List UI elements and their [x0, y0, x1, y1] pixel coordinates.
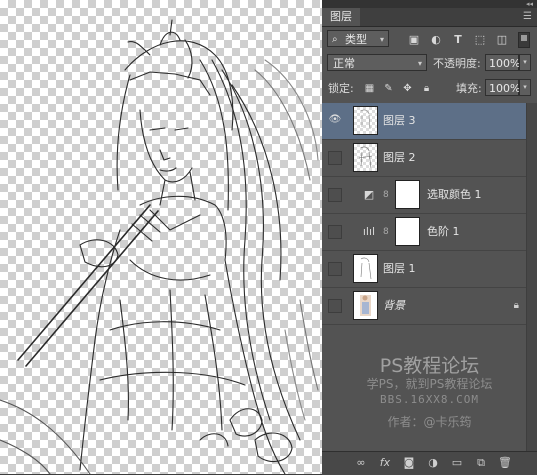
filter-search-icon: ⌕ — [332, 34, 338, 45]
opacity-dropdown-icon[interactable]: ▾ — [519, 54, 531, 71]
layer-mask-thumbnail[interactable] — [395, 180, 420, 209]
lock-transparent-icon[interactable]: ▦ — [364, 83, 375, 94]
shape-filter-icon[interactable]: ⬚ — [474, 34, 486, 46]
layer-mask-thumbnail[interactable] — [395, 217, 420, 246]
layer-name: 选取颜色 1 — [427, 188, 482, 201]
layer-name: 图层 1 — [383, 262, 416, 275]
watermark-title: PS教程论坛 — [379, 355, 480, 377]
link-chain-icon[interactable]: 8 — [383, 226, 391, 238]
chevron-down-icon: ▾ — [379, 35, 384, 44]
blend-mode-select[interactable]: 正常 ▾ — [327, 54, 427, 71]
document-canvas[interactable] — [0, 0, 322, 474]
link-chain-icon[interactable]: 8 — [383, 189, 391, 201]
watermark-slogan: 学PS，就到PS教程论坛 — [366, 377, 493, 391]
panel-tab-row: 图层 ☰ — [322, 8, 537, 27]
new-adjustment-icon[interactable]: ◑ — [426, 456, 440, 470]
tab-layers[interactable]: 图层 — [322, 8, 360, 26]
visibility-toggle[interactable] — [328, 188, 342, 202]
lock-row: 锁定: ▦ ✎ ✥ 🔒︎ 填充: 100% ▾ — [322, 78, 537, 100]
pixel-filter-icon[interactable]: ▣ — [408, 34, 420, 46]
layer-thumbnail — [353, 291, 378, 320]
layer-thumbnail — [353, 106, 378, 135]
chevron-down-icon: ▾ — [417, 59, 422, 68]
filter-kind-label: 类型 — [345, 33, 367, 46]
layer-row-layer3[interactable]: 👁︎ 图层 3 — [322, 103, 527, 140]
visibility-toggle[interactable] — [328, 262, 342, 276]
visibility-toggle[interactable] — [328, 225, 342, 239]
panel-menu-icon[interactable]: ☰ — [523, 11, 532, 22]
smart-object-filter-icon[interactable]: ◫ — [496, 34, 508, 46]
layer-row-levels[interactable]: ılıl 8 色阶 1 — [322, 214, 527, 251]
layer-thumbnail — [353, 143, 378, 172]
layer-name: 背景 — [383, 299, 405, 312]
eye-icon[interactable]: 👁︎ — [328, 114, 342, 128]
layer-thumbnail — [353, 254, 378, 283]
line-art-illustration — [0, 19, 319, 474]
lock-position-icon[interactable]: ✥ — [402, 83, 413, 94]
fill-label: 填充: — [456, 82, 482, 95]
filter-toggle[interactable] — [518, 32, 530, 48]
layer-list: 👁︎ 图层 3 图层 2 ◩ 8 选取颜色 1 ılıl 8 色阶 1 图层 1… — [322, 103, 537, 451]
add-mask-icon[interactable]: ◙ — [402, 456, 416, 470]
fx-icon[interactable]: fx — [378, 456, 392, 470]
layer-row-background[interactable]: 背景 🔒︎ — [322, 288, 527, 325]
filter-kind-select[interactable]: ⌕ 类型 ▾ — [327, 30, 389, 47]
lock-image-icon[interactable]: ✎ — [383, 83, 394, 94]
layer-name: 图层 2 — [383, 151, 416, 164]
fill-dropdown-icon[interactable]: ▾ — [519, 79, 531, 96]
collapse-panel-icon[interactable]: ◂◂ — [526, 0, 533, 8]
visibility-toggle[interactable] — [328, 299, 342, 313]
watermark-author: 作者：@卡乐筠 — [387, 415, 472, 429]
panel-top-strip: ◂◂ — [322, 0, 537, 8]
layer-name: 色阶 1 — [427, 225, 460, 238]
layer-name: 图层 3 — [383, 114, 416, 127]
fill-field[interactable]: 100% — [485, 79, 520, 96]
opacity-field[interactable]: 100% — [485, 54, 520, 71]
link-layers-icon[interactable]: ∞ — [354, 456, 368, 470]
new-layer-icon[interactable]: ⧉ — [474, 456, 488, 470]
watermark-url: BBS.16XX8.COM — [379, 393, 480, 406]
opacity-label: 不透明度: — [433, 57, 481, 70]
filter-row: ⌕ 类型 ▾ ▣ ◐ T ⬚ ◫ — [322, 28, 537, 50]
layers-bottom-toolbar: ∞ fx ◙ ◑ ▭ ⧉ 🗑︎ — [322, 451, 537, 475]
lock-all-icon[interactable]: 🔒︎ — [421, 83, 432, 94]
layer-lock-icon[interactable]: 🔒︎ — [514, 300, 519, 311]
lock-label: 锁定: — [328, 82, 354, 95]
layer-row-layer2[interactable]: 图层 2 — [322, 140, 527, 177]
levels-icon: ılıl — [362, 225, 376, 238]
selective-color-icon: ◩ — [363, 188, 375, 201]
visibility-toggle[interactable] — [328, 151, 342, 165]
new-group-icon[interactable]: ▭ — [450, 456, 464, 470]
adjustment-filter-icon[interactable]: ◐ — [430, 34, 442, 46]
type-filter-icon[interactable]: T — [452, 34, 464, 46]
layer-row-layer1[interactable]: 图层 1 — [322, 251, 527, 288]
blend-mode-value: 正常 — [333, 57, 355, 70]
layer-row-selective-color[interactable]: ◩ 8 选取颜色 1 — [322, 177, 527, 214]
delete-icon[interactable]: 🗑︎ — [498, 456, 512, 470]
blend-row: 正常 ▾ 不透明度: 100% ▾ — [322, 53, 537, 75]
layers-panel: ◂◂ 图层 ☰ ⌕ 类型 ▾ ▣ ◐ T ⬚ ◫ 正常 ▾ 不透明度: 100%… — [322, 0, 537, 475]
